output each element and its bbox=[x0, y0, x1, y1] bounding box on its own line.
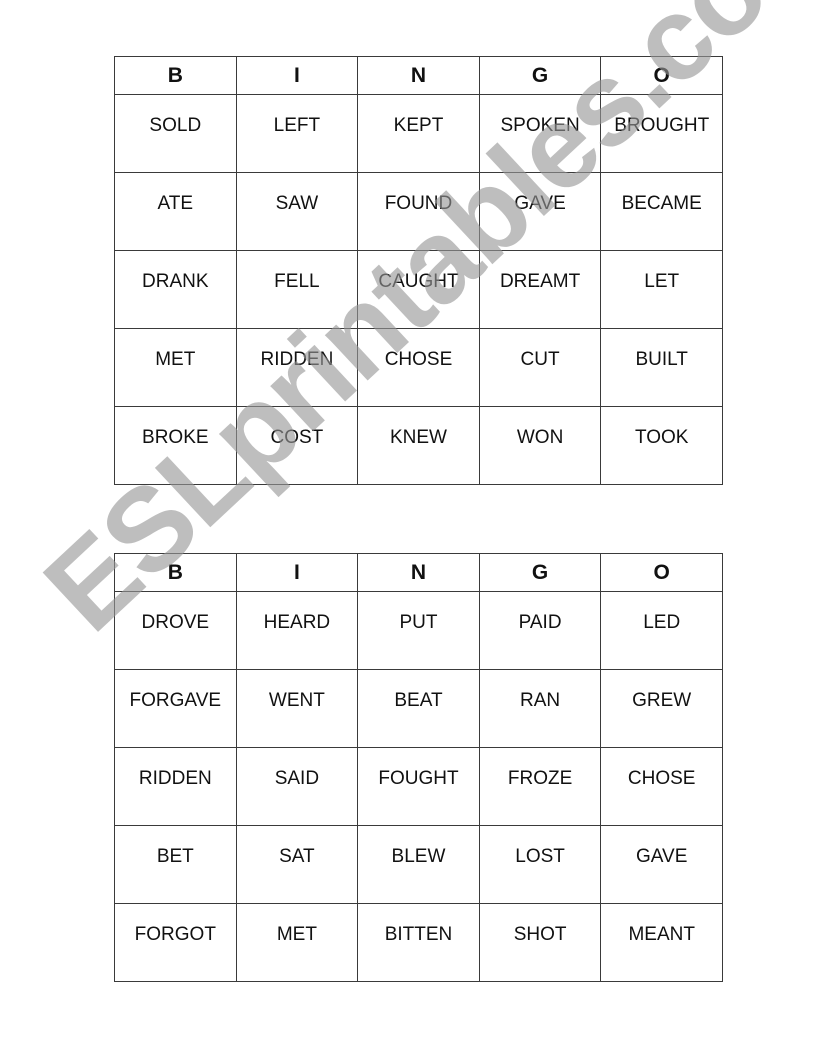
bingo-cell: KEPT bbox=[357, 94, 480, 173]
bingo-cell: WON bbox=[478, 406, 602, 485]
header-g: G bbox=[478, 56, 602, 95]
bingo-cell: RAN bbox=[478, 669, 602, 748]
bingo-cell: PUT bbox=[357, 591, 480, 670]
table-row: ATE SAW FOUND GAVE BECAME bbox=[114, 172, 723, 251]
bingo-cell: ATE bbox=[114, 172, 237, 251]
bingo-cell: GAVE bbox=[600, 825, 723, 904]
table-row: RIDDEN SAID FOUGHT FROZE CHOSE bbox=[114, 747, 723, 826]
header-b: B bbox=[114, 553, 237, 592]
bingo-cell: SAT bbox=[235, 825, 359, 904]
table-row: MET RIDDEN CHOSE CUT BUILT bbox=[114, 328, 723, 407]
bingo-cell: BECAME bbox=[600, 172, 723, 251]
header-row: B I N G O bbox=[114, 56, 723, 95]
bingo-cell: CAUGHT bbox=[357, 250, 480, 329]
bingo-cell: DROVE bbox=[114, 591, 237, 670]
bingo-cell: MET bbox=[235, 903, 359, 982]
bingo-cell: LED bbox=[600, 591, 723, 670]
bingo-cell: SOLD bbox=[114, 94, 237, 173]
bingo-cell: FORGOT bbox=[114, 903, 237, 982]
bingo-cell: BEAT bbox=[357, 669, 480, 748]
table-row: DRANK FELL CAUGHT DREAMT LET bbox=[114, 250, 723, 329]
header-n: N bbox=[357, 553, 480, 592]
header-o: O bbox=[600, 56, 723, 95]
header-o: O bbox=[600, 553, 723, 592]
bingo-cell: CHOSE bbox=[600, 747, 723, 826]
table-row: BET SAT BLEW LOST GAVE bbox=[114, 825, 723, 904]
table-row: SOLD LEFT KEPT SPOKEN BROUGHT bbox=[114, 94, 723, 173]
bingo-cell: RIDDEN bbox=[235, 328, 359, 407]
header-g: G bbox=[478, 553, 602, 592]
bingo-cell: SAW bbox=[235, 172, 359, 251]
bingo-cell: GREW bbox=[600, 669, 723, 748]
header-row: B I N G O bbox=[114, 553, 723, 592]
bingo-cell: GAVE bbox=[478, 172, 602, 251]
bingo-cell: LEFT bbox=[235, 94, 359, 173]
bingo-cell: DREAMT bbox=[478, 250, 602, 329]
bingo-cell: FELL bbox=[235, 250, 359, 329]
header-b: B bbox=[114, 56, 237, 95]
bingo-cell: PAID bbox=[478, 591, 602, 670]
header-i: I bbox=[235, 56, 359, 95]
bingo-cell: TOOK bbox=[600, 406, 723, 485]
bingo-cell: RIDDEN bbox=[114, 747, 237, 826]
bingo-cell: LET bbox=[600, 250, 723, 329]
bingo-cell: FOUGHT bbox=[357, 747, 480, 826]
bingo-cell: WENT bbox=[235, 669, 359, 748]
bingo-cell: MET bbox=[114, 328, 237, 407]
bingo-cell: CUT bbox=[478, 328, 602, 407]
bingo-card-2: B I N G O DROVE HEARD PUT PAID LED FORGA… bbox=[114, 553, 723, 982]
table-row: FORGOT MET BITTEN SHOT MEANT bbox=[114, 903, 723, 982]
bingo-cell: BUILT bbox=[600, 328, 723, 407]
bingo-cell: MEANT bbox=[600, 903, 723, 982]
table-row: FORGAVE WENT BEAT RAN GREW bbox=[114, 669, 723, 748]
bingo-card-1: B I N G O SOLD LEFT KEPT SPOKEN BROUGHT … bbox=[114, 56, 723, 485]
header-i: I bbox=[235, 553, 359, 592]
bingo-cell: SAID bbox=[235, 747, 359, 826]
bingo-cell: HEARD bbox=[235, 591, 359, 670]
bingo-cell: COST bbox=[235, 406, 359, 485]
bingo-cell: SPOKEN bbox=[478, 94, 602, 173]
bingo-cell: BET bbox=[114, 825, 237, 904]
bingo-cell: KNEW bbox=[357, 406, 480, 485]
bingo-cell: FORGAVE bbox=[114, 669, 237, 748]
bingo-cell: BITTEN bbox=[357, 903, 480, 982]
bingo-cell: BROKE bbox=[114, 406, 237, 485]
bingo-cell: FROZE bbox=[478, 747, 602, 826]
table-row: DROVE HEARD PUT PAID LED bbox=[114, 591, 723, 670]
bingo-cell: FOUND bbox=[357, 172, 480, 251]
bingo-cell: DRANK bbox=[114, 250, 237, 329]
bingo-cell: BLEW bbox=[357, 825, 480, 904]
bingo-cell: BROUGHT bbox=[600, 94, 723, 173]
header-n: N bbox=[357, 56, 480, 95]
bingo-cell: LOST bbox=[478, 825, 602, 904]
table-row: BROKE COST KNEW WON TOOK bbox=[114, 406, 723, 485]
bingo-cell: CHOSE bbox=[357, 328, 480, 407]
bingo-cell: SHOT bbox=[478, 903, 602, 982]
